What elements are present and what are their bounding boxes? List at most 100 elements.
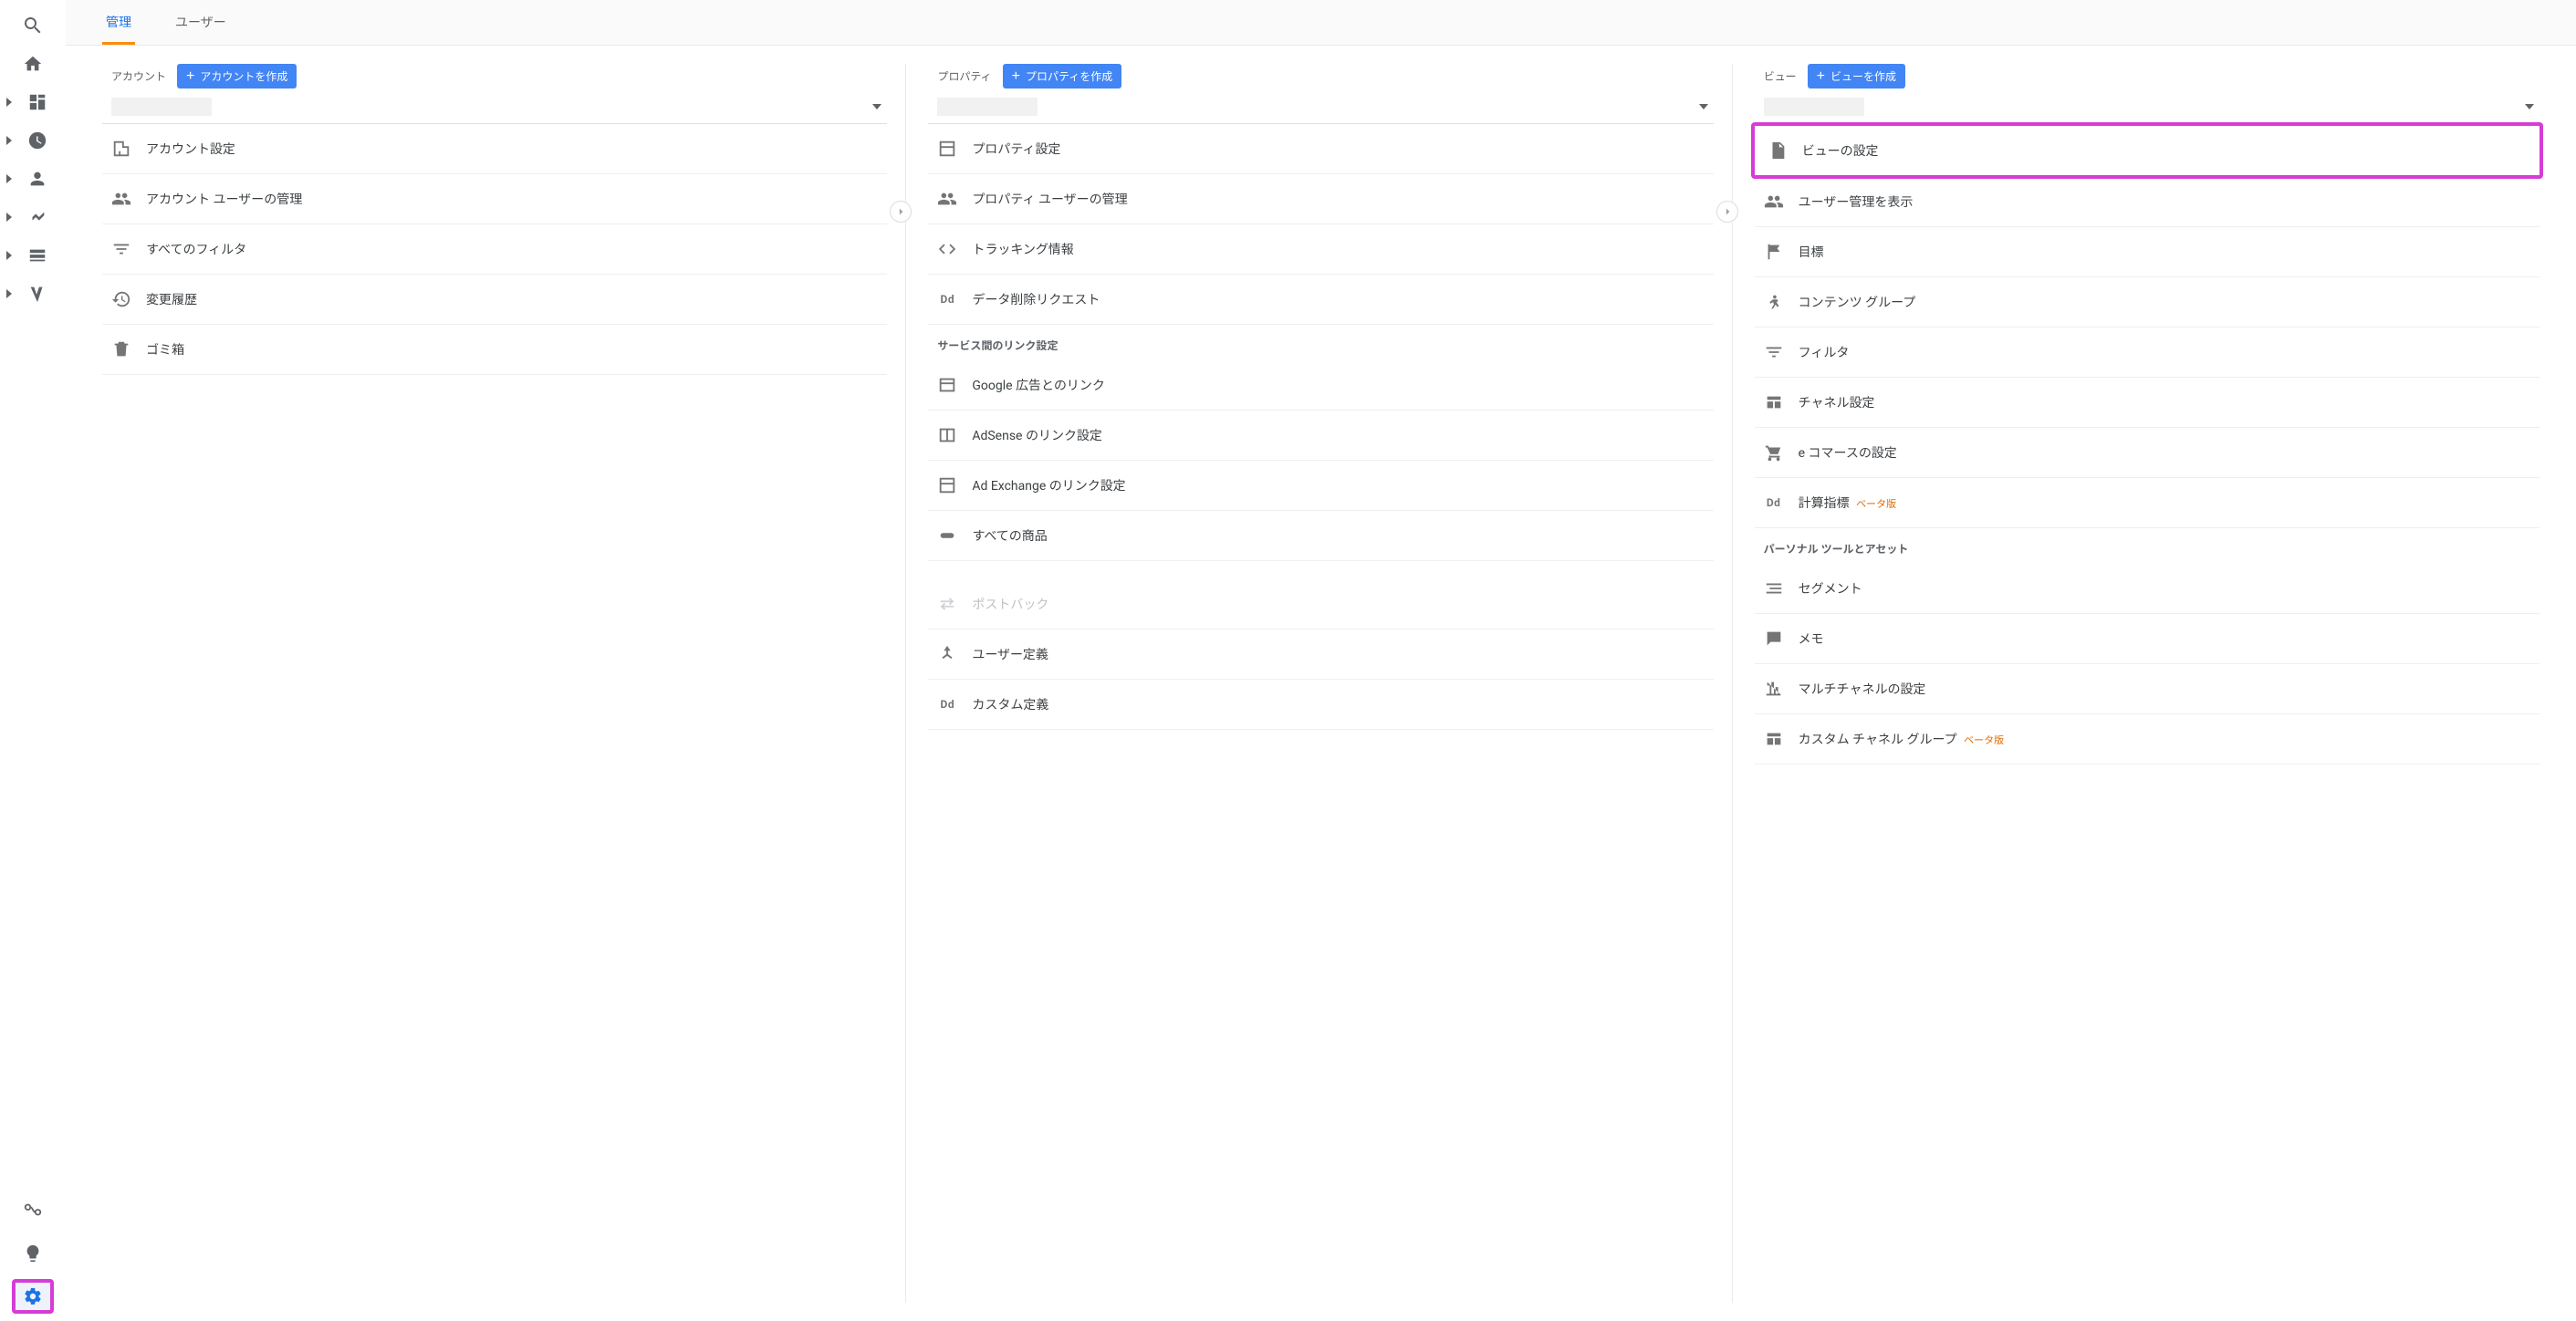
property-users-item[interactable]: プロパティ ユーザーの管理 xyxy=(928,174,1713,224)
column-nav-circle[interactable] xyxy=(1716,201,1738,223)
account-selector-value xyxy=(111,98,212,116)
expand-caret-icon[interactable] xyxy=(6,174,12,183)
link-section-label: サービス間のリンク設定 xyxy=(928,325,1713,360)
account-settings-item[interactable]: アカウント設定 xyxy=(102,124,887,174)
menu-label: カスタム定義 xyxy=(972,695,1704,713)
acquisition-icon[interactable] xyxy=(16,199,59,235)
adexchange-link-item[interactable]: Ad Exchange のリンク設定 xyxy=(928,461,1713,511)
dd-icon: Dd xyxy=(937,289,957,309)
adsense-link-item[interactable]: AdSense のリンク設定 xyxy=(928,411,1713,461)
expand-caret-icon[interactable] xyxy=(6,213,12,222)
menu-label: ポストバック xyxy=(972,595,1704,613)
admin-gear-icon[interactable] xyxy=(23,1286,43,1306)
expand-caret-icon[interactable] xyxy=(6,136,12,145)
create-account-button[interactable]: + アカウントを作成 xyxy=(177,64,297,88)
postback-item: ポストバック xyxy=(928,579,1713,629)
ads-icon xyxy=(937,375,957,395)
property-column: プロパティ + プロパティを作成 プロパティ設定 xyxy=(905,64,1713,1303)
data-deletion-item[interactable]: Dd データ削除リクエスト xyxy=(928,275,1713,325)
tracking-info-item[interactable]: トラッキング情報 xyxy=(928,224,1713,275)
user-defined-item[interactable]: ユーザー定義 xyxy=(928,629,1713,680)
expand-caret-icon[interactable] xyxy=(6,98,12,107)
page-icon xyxy=(1768,140,1788,161)
segments-item[interactable]: セグメント xyxy=(1755,564,2539,614)
calculated-metrics-item[interactable]: Dd 計算指標 ベータ版 xyxy=(1755,478,2539,528)
multichannel-item[interactable]: マルチチャネルの設定 xyxy=(1755,664,2539,714)
layout-icon xyxy=(937,475,957,495)
search-icon[interactable] xyxy=(11,7,55,44)
view-selector-value xyxy=(1764,98,1864,116)
account-users-item[interactable]: アカウント ユーザーの管理 xyxy=(102,174,887,224)
history-icon xyxy=(111,289,131,309)
menu-label: コンテンツ グループ xyxy=(1799,293,2530,311)
expand-caret-icon[interactable] xyxy=(6,289,12,298)
menu-label: AdSense のリンク設定 xyxy=(972,426,1704,444)
all-products-item[interactable]: すべての商品 xyxy=(928,511,1713,561)
view-selector[interactable] xyxy=(1755,90,2539,124)
branch-icon xyxy=(937,644,957,664)
annotations-item[interactable]: メモ xyxy=(1755,614,2539,664)
dropdown-caret-icon xyxy=(1699,104,1708,109)
home-icon[interactable] xyxy=(11,46,55,82)
menu-label: チャネル設定 xyxy=(1799,393,2530,411)
flag-icon xyxy=(1764,242,1784,262)
view-filters-item[interactable]: フィルタ xyxy=(1755,328,2539,378)
menu-label: データ削除リクエスト xyxy=(972,290,1704,308)
users-icon xyxy=(111,189,131,209)
account-filters-item[interactable]: すべてのフィルタ xyxy=(102,224,887,275)
create-property-button[interactable]: + プロパティを作成 xyxy=(1003,64,1122,88)
menu-label: ユーザー管理を表示 xyxy=(1799,192,2530,211)
postback-icon xyxy=(937,594,957,614)
plus-icon: + xyxy=(1817,69,1825,84)
menu-label: セグメント xyxy=(1799,579,2530,598)
account-history-item[interactable]: 変更履歴 xyxy=(102,275,887,325)
expand-caret-icon[interactable] xyxy=(6,251,12,260)
custom-defined-item[interactable]: Dd カスタム定義 xyxy=(928,680,1713,730)
account-selector[interactable] xyxy=(102,90,887,124)
create-view-button[interactable]: + ビューを作成 xyxy=(1808,64,1905,88)
menu-label: 目標 xyxy=(1799,243,2530,261)
view-settings-item[interactable]: ビューの設定 xyxy=(1758,126,2536,175)
adsense-icon xyxy=(937,425,957,445)
menu-label: Ad Exchange のリンク設定 xyxy=(972,476,1704,494)
plus-icon: + xyxy=(1012,69,1020,84)
menu-label: 計算指標 ベータ版 xyxy=(1799,494,2530,512)
channel-settings-item[interactable]: チャネル設定 xyxy=(1755,378,2539,428)
create-view-label: ビューを作成 xyxy=(1830,68,1896,84)
layout-icon xyxy=(937,139,957,159)
discover-icon[interactable] xyxy=(11,1235,55,1272)
menu-label: トラッキング情報 xyxy=(972,240,1704,258)
building-icon xyxy=(111,139,131,159)
property-label: プロパティ xyxy=(937,68,991,84)
custom-channel-text: カスタム チャネル グループ xyxy=(1799,733,1957,747)
audience-icon[interactable] xyxy=(16,161,59,197)
dashboard-icon[interactable] xyxy=(16,84,59,120)
column-nav-circle[interactable] xyxy=(890,201,912,223)
property-selector[interactable] xyxy=(928,90,1713,124)
account-label: アカウント xyxy=(111,68,166,84)
note-icon xyxy=(1764,629,1784,649)
view-column: ビュー + ビューを作成 ビューの設定 xyxy=(1732,64,2539,1303)
behavior-icon[interactable] xyxy=(16,237,59,274)
menu-label: カスタム チャネル グループ ベータ版 xyxy=(1799,730,2530,748)
beta-badge: ベータ版 xyxy=(1964,734,2004,746)
create-property-label: プロパティを作成 xyxy=(1026,68,1112,84)
menu-label: ゴミ箱 xyxy=(146,340,878,359)
tab-user[interactable]: ユーザー xyxy=(172,0,230,45)
custom-channel-group-item[interactable]: カスタム チャネル グループ ベータ版 xyxy=(1755,714,2539,765)
tab-admin[interactable]: 管理 xyxy=(102,0,135,45)
menu-label: アカウント ユーザーの管理 xyxy=(146,190,878,208)
content-groups-item[interactable]: コンテンツ グループ xyxy=(1755,277,2539,328)
menu-label: アカウント設定 xyxy=(146,140,878,158)
attribution-icon[interactable] xyxy=(11,1191,55,1228)
account-trash-item[interactable]: ゴミ箱 xyxy=(102,325,887,375)
menu-label: すべての商品 xyxy=(972,526,1704,545)
conversions-icon[interactable] xyxy=(16,276,59,312)
google-ads-link-item[interactable]: Google 広告とのリンク xyxy=(928,360,1713,411)
property-settings-item[interactable]: プロパティ設定 xyxy=(928,124,1713,174)
beta-badge: ベータ版 xyxy=(1856,498,1896,510)
ecommerce-settings-item[interactable]: e コマースの設定 xyxy=(1755,428,2539,478)
goals-item[interactable]: 目標 xyxy=(1755,227,2539,277)
view-users-item[interactable]: ユーザー管理を表示 xyxy=(1755,177,2539,227)
realtime-icon[interactable] xyxy=(16,122,59,159)
